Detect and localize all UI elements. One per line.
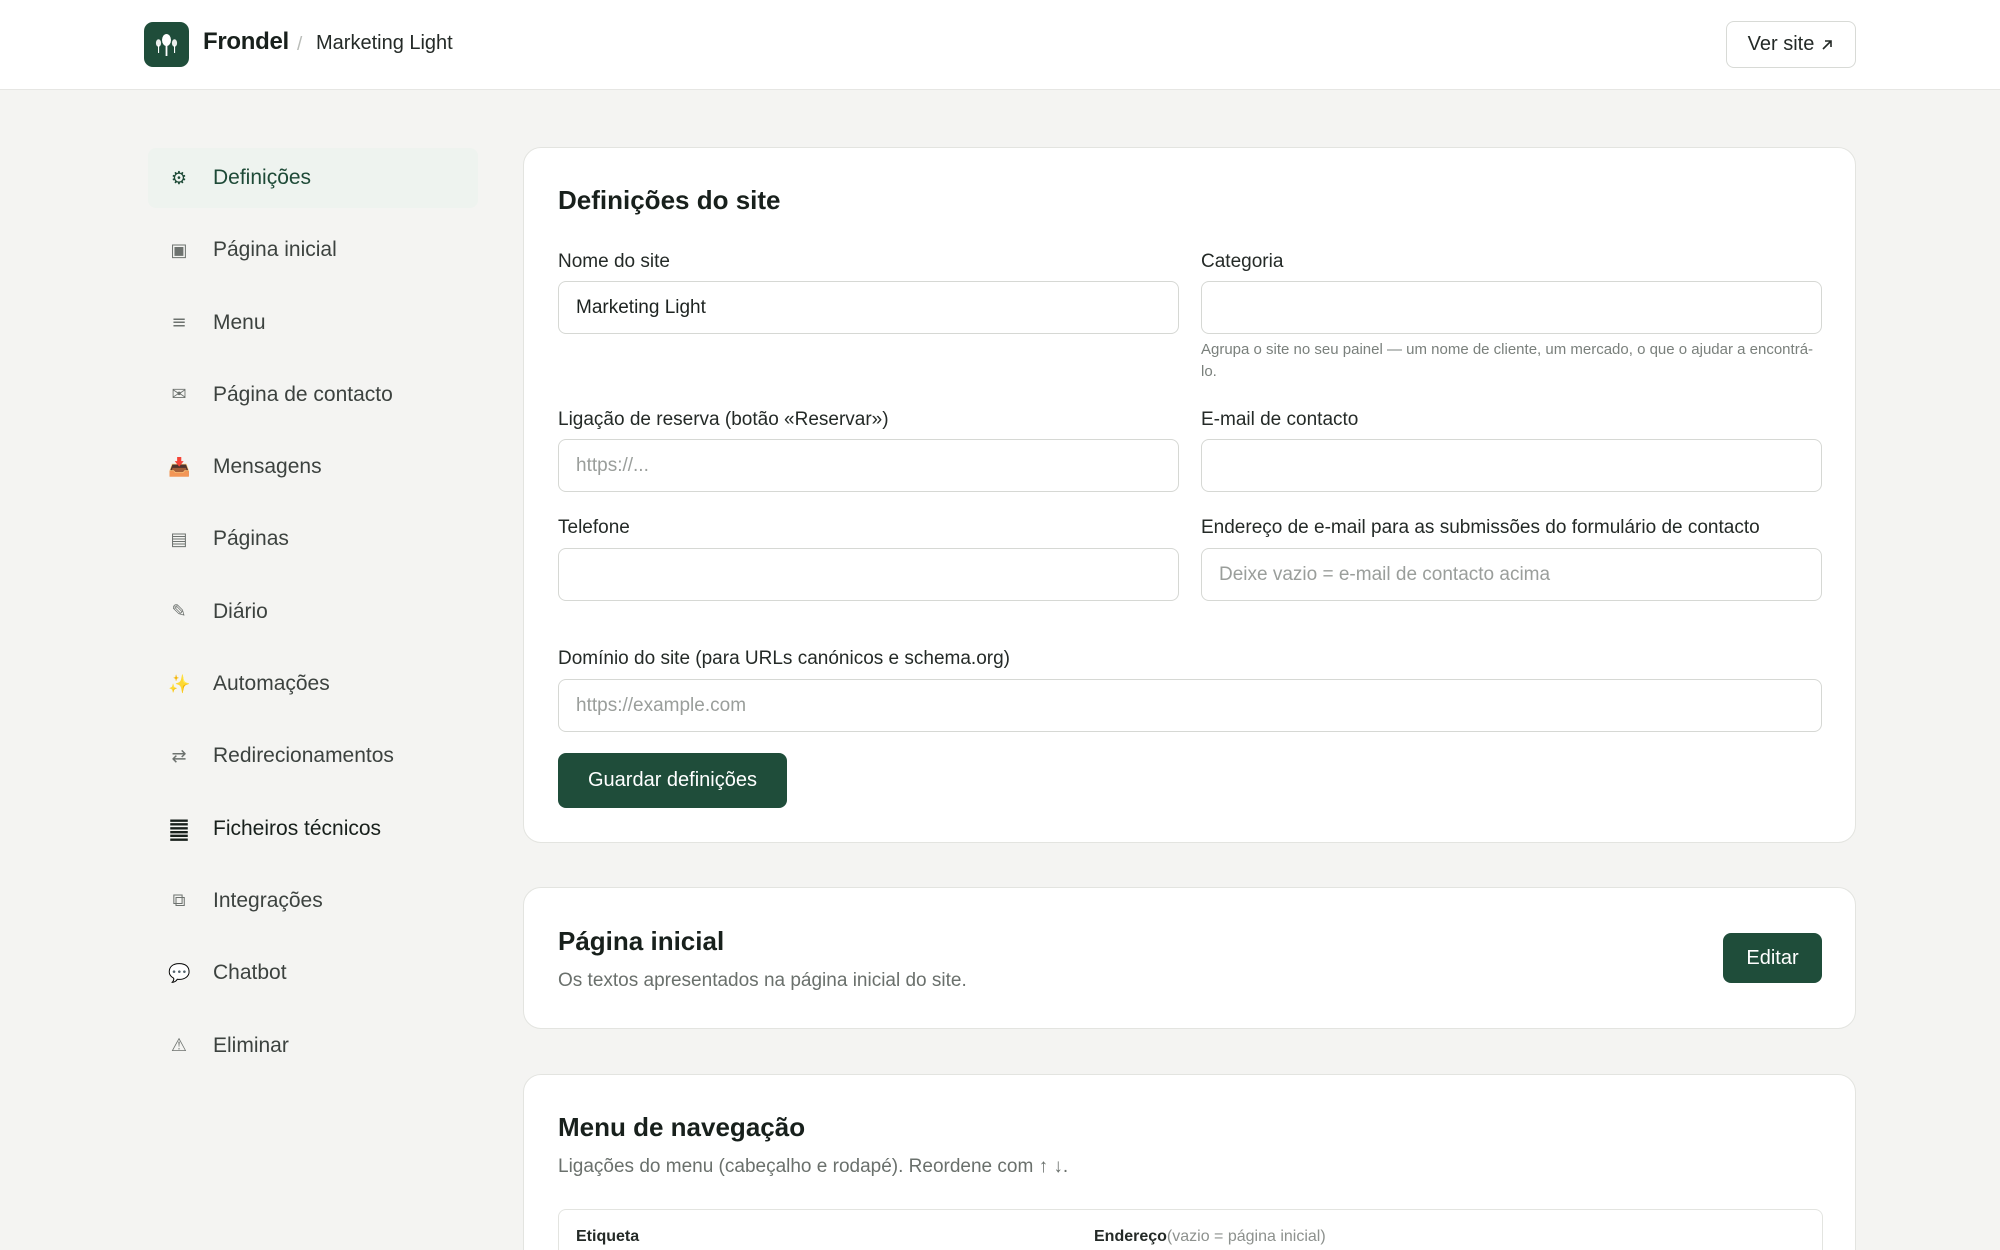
site-settings-card: Definições do site Nome do site Categori… bbox=[523, 147, 1856, 843]
envelope-icon: ✉ bbox=[171, 384, 187, 406]
sidebar: ⚙ Definições ▣ Página inicial ≡ Menu ✉ P… bbox=[148, 148, 478, 1088]
column-header-address-text: Endereço bbox=[1094, 1228, 1167, 1245]
column-header-label: Etiqueta bbox=[576, 1228, 640, 1245]
sidebar-item-chatbot[interactable]: 💬 Chatbot bbox=[148, 943, 478, 1003]
tree-icon bbox=[155, 34, 178, 56]
domain-input[interactable] bbox=[558, 679, 1822, 732]
column-header-address: Endereço(vazio = página inicial) bbox=[1094, 1228, 1326, 1246]
sidebar-item-technical-files[interactable]: ䷀ Ficheiros técnicos bbox=[148, 799, 478, 859]
sidebar-item-integrations[interactable]: ⧉ Integrações bbox=[148, 871, 478, 931]
phone-input[interactable] bbox=[558, 548, 1179, 601]
hamburger-icon: ≡ bbox=[171, 312, 187, 334]
card-subtitle: Ligações do menu (cabeçalho e rodapé). R… bbox=[558, 1156, 1069, 1177]
speech-bubble-icon: 💬 bbox=[168, 962, 191, 984]
sidebar-item-label: Definições bbox=[213, 166, 312, 189]
gear-icon: ⚙ bbox=[170, 167, 188, 189]
copy-icon: ⧉ bbox=[172, 890, 186, 912]
swap-arrows-icon: ⇄ bbox=[171, 745, 187, 767]
form-email-input[interactable] bbox=[1201, 548, 1822, 601]
sparkles-icon: ✨ bbox=[168, 673, 191, 695]
save-settings-button[interactable]: Guardar definições bbox=[558, 753, 787, 808]
category-hint: Agrupa o site no seu painel — um nome de… bbox=[1201, 341, 1814, 380]
sidebar-item-label: Diário bbox=[213, 599, 268, 623]
sidebar-item-pages[interactable]: ▤ Páginas bbox=[148, 509, 478, 569]
sidebar-item-settings[interactable]: ⚙ Definições bbox=[148, 148, 478, 208]
view-site-label: Ver site bbox=[1747, 33, 1815, 55]
sidebar-item-messages[interactable]: 📥 Mensagens bbox=[148, 437, 478, 497]
booking-link-label: Ligação de reserva (botão «Reservar») bbox=[558, 409, 889, 430]
menu-table-header: Etiqueta Endereço(vazio = página inicial… bbox=[558, 1209, 1823, 1250]
contact-email-input[interactable] bbox=[1201, 439, 1822, 492]
sidebar-item-redirects[interactable]: ⇄ Redirecionamentos bbox=[148, 726, 478, 786]
sidebar-item-label: Chatbot bbox=[213, 961, 287, 985]
homepage-card: Página inicial Os textos apresentados na… bbox=[523, 887, 1856, 1029]
contact-email-label: E-mail de contacto bbox=[1201, 409, 1359, 430]
sidebar-item-label: Mensagens bbox=[213, 455, 322, 479]
sidebar-item-delete[interactable]: ⚠ Eliminar bbox=[148, 1016, 478, 1076]
category-label: Categoria bbox=[1201, 251, 1284, 272]
booking-link-input[interactable] bbox=[558, 439, 1179, 492]
card-title: Menu de navegação bbox=[558, 1112, 806, 1142]
card-title: Definições do site bbox=[558, 185, 781, 215]
sidebar-item-label: Página de contacto bbox=[213, 382, 393, 406]
view-site-button[interactable]: Ver site bbox=[1726, 21, 1856, 68]
sidebar-item-label: Integrações bbox=[213, 888, 323, 912]
sidebar-item-automations[interactable]: ✨ Automações bbox=[148, 654, 478, 714]
breadcrumb-site-name: Marketing Light bbox=[316, 32, 453, 54]
sidebar-item-label: Eliminar bbox=[213, 1033, 289, 1057]
site-name-label: Nome do site bbox=[558, 251, 670, 272]
sidebar-item-journal[interactable]: ✎ Diário bbox=[148, 582, 478, 642]
domain-label: Domínio do site (para URLs canónicos e s… bbox=[558, 648, 1010, 669]
sidebar-item-label: Páginas bbox=[213, 527, 289, 551]
breadcrumb-separator: / bbox=[297, 34, 303, 55]
file-lines-icon: ䷀ bbox=[168, 814, 190, 843]
top-bar: Frondel / Marketing Light Ver site bbox=[0, 0, 2000, 90]
phone-label: Telefone bbox=[558, 517, 630, 538]
sidebar-item-label: Menu bbox=[213, 310, 266, 334]
inbox-icon: 📥 bbox=[168, 456, 191, 478]
sidebar-item-label: Redirecionamentos bbox=[213, 744, 394, 768]
brand-name[interactable]: Frondel bbox=[203, 28, 289, 56]
sidebar-item-label: Ficheiros técnicos bbox=[213, 816, 382, 840]
warning-icon: ⚠ bbox=[170, 1035, 188, 1057]
pages-icon: ▤ bbox=[170, 528, 188, 550]
pencil-icon: ✎ bbox=[171, 601, 187, 623]
card-subtitle: Os textos apresentados na página inicial… bbox=[558, 970, 967, 991]
card-title: Página inicial bbox=[558, 926, 725, 956]
frondel-logo[interactable] bbox=[144, 22, 189, 67]
navigation-menu-card: Menu de navegação Ligações do menu (cabe… bbox=[523, 1074, 1856, 1250]
edit-homepage-button[interactable]: Editar bbox=[1723, 933, 1822, 983]
sidebar-item-contact-page[interactable]: ✉ Página de contacto bbox=[148, 365, 478, 425]
category-input[interactable] bbox=[1201, 281, 1822, 334]
form-email-label: Endereço de e-mail para as submissões do… bbox=[1201, 517, 1760, 538]
sidebar-item-label: Automações bbox=[213, 672, 330, 696]
column-header-address-hint: (vazio = página inicial) bbox=[1166, 1228, 1326, 1245]
sidebar-item-menu[interactable]: ≡ Menu bbox=[148, 293, 478, 353]
site-name-input[interactable] bbox=[558, 281, 1179, 334]
arrow-up-right-icon bbox=[1822, 39, 1833, 50]
sidebar-item-label: Página inicial bbox=[213, 238, 337, 262]
sidebar-item-homepage[interactable]: ▣ Página inicial bbox=[148, 220, 478, 280]
square-icon: ▣ bbox=[170, 239, 188, 261]
